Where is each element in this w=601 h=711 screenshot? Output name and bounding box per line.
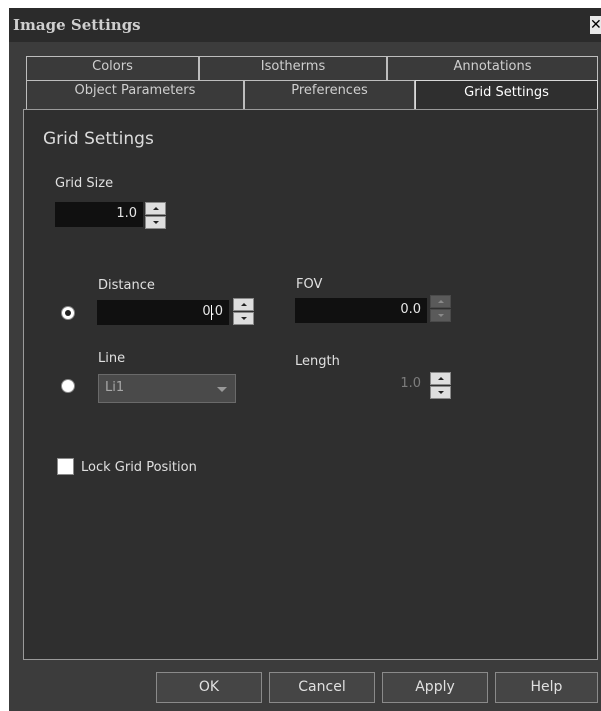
tab-grid-settings[interactable]: Grid Settings bbox=[415, 80, 598, 111]
panel-heading: Grid Settings bbox=[43, 129, 154, 149]
tab-object-parameters[interactable]: Object Parameters bbox=[26, 80, 244, 110]
help-button[interactable]: Help bbox=[495, 672, 598, 703]
distance-input[interactable]: 0.0 bbox=[97, 300, 229, 325]
length-up-icon[interactable] bbox=[430, 372, 451, 385]
image-settings-dialog: Image Settings ✕ Colors Isotherms Annota… bbox=[9, 8, 601, 711]
line-radio[interactable] bbox=[61, 379, 75, 393]
lock-grid-checkbox[interactable] bbox=[57, 458, 74, 475]
grid-size-up-icon[interactable] bbox=[145, 202, 166, 215]
distance-label: Distance bbox=[98, 278, 155, 293]
distance-stepper[interactable] bbox=[233, 298, 254, 326]
ok-button[interactable]: OK bbox=[156, 672, 262, 703]
length-down-icon[interactable] bbox=[430, 386, 451, 399]
window-title: Image Settings bbox=[13, 16, 141, 34]
close-icon[interactable]: ✕ bbox=[590, 16, 601, 34]
cancel-button[interactable]: Cancel bbox=[269, 672, 375, 703]
tab-colors[interactable]: Colors bbox=[26, 56, 199, 80]
text-cursor bbox=[211, 305, 212, 320]
tab-isotherms[interactable]: Isotherms bbox=[199, 56, 387, 80]
fov-up-icon[interactable] bbox=[430, 295, 451, 308]
lock-grid-label: Lock Grid Position bbox=[81, 460, 197, 475]
length-label: Length bbox=[295, 354, 340, 369]
grid-size-down-icon[interactable] bbox=[145, 216, 166, 229]
grid-size-label: Grid Size bbox=[55, 176, 114, 191]
fov-label: FOV bbox=[296, 277, 323, 292]
grid-size-input[interactable]: 1.0 bbox=[55, 202, 143, 227]
distance-down-icon[interactable] bbox=[233, 312, 254, 325]
length-stepper[interactable] bbox=[430, 372, 451, 400]
apply-button[interactable]: Apply bbox=[382, 672, 488, 703]
line-label: Line bbox=[98, 351, 126, 366]
title-bar: Image Settings ✕ bbox=[9, 8, 601, 42]
line-select-value: Li1 bbox=[105, 380, 125, 395]
fov-stepper[interactable] bbox=[430, 295, 451, 323]
fov-input[interactable]: 0.0 bbox=[295, 298, 427, 323]
tab-annotations[interactable]: Annotations bbox=[387, 56, 598, 80]
grid-size-stepper[interactable] bbox=[145, 202, 166, 230]
chevron-down-icon bbox=[217, 387, 227, 392]
line-select[interactable]: Li1 bbox=[98, 374, 236, 403]
tab-preferences[interactable]: Preferences bbox=[244, 80, 415, 110]
distance-up-icon[interactable] bbox=[233, 298, 254, 311]
fov-down-icon[interactable] bbox=[430, 309, 451, 322]
length-input[interactable]: 1.0 bbox=[365, 372, 427, 397]
distance-radio[interactable] bbox=[61, 306, 75, 320]
